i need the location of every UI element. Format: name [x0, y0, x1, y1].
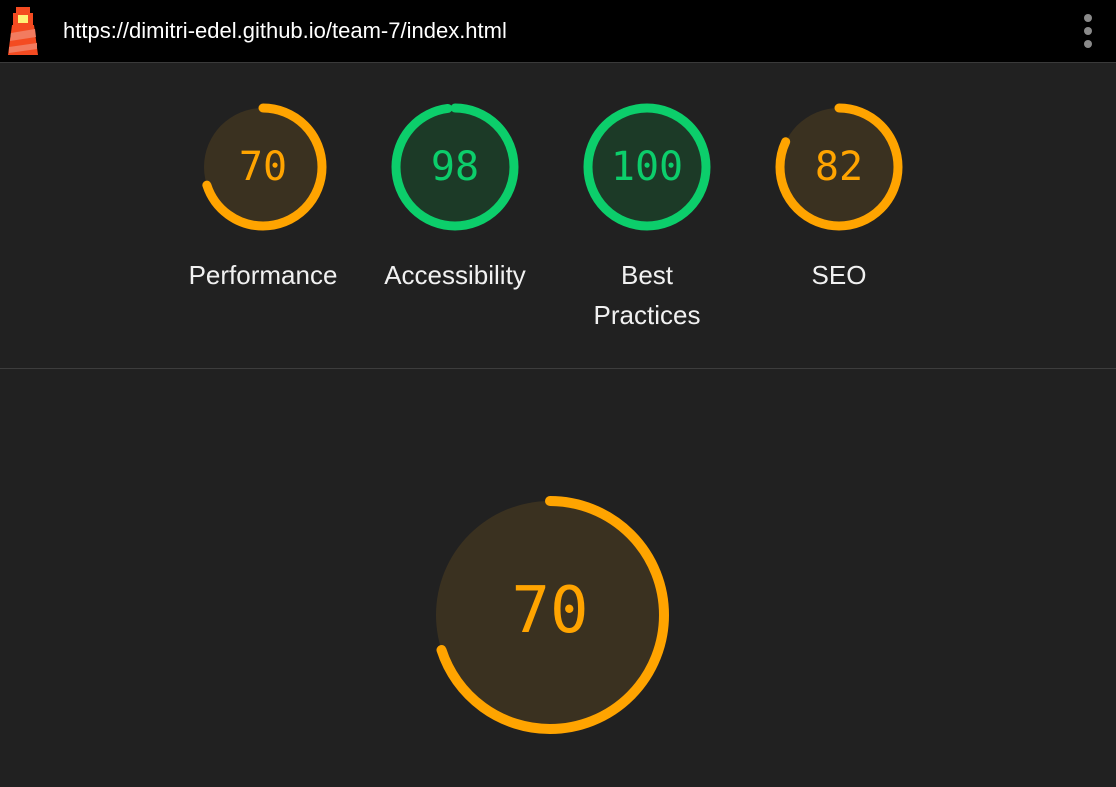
- gauge-accessibility-score: 98: [431, 144, 479, 190]
- gauge-seo-label: SEO: [811, 260, 867, 290]
- score-gauges: 70 Performance 98 Accessibility 100 Best…: [0, 63, 1116, 368]
- gauge-accessibility-label: Accessibility: [384, 260, 526, 290]
- page-url[interactable]: https://dimitri-edel.github.io/team-7/in…: [63, 18, 507, 44]
- gauge-performance-ring: 70: [199, 103, 327, 231]
- more-vert-icon[interactable]: [1076, 12, 1100, 50]
- lighthouse-icon: [8, 7, 38, 55]
- gauge-best-practices-score: 100: [611, 144, 683, 190]
- gauge-seo-ring: 82: [775, 103, 903, 231]
- gauge-best-practices[interactable]: 100 Best Practices: [551, 101, 743, 335]
- gauge-performance[interactable]: 70 Performance: [167, 101, 359, 295]
- gauge-seo[interactable]: 82 SEO: [743, 101, 935, 295]
- gauge-accessibility[interactable]: 98 Accessibility: [359, 101, 551, 295]
- main-performance-gauge: 70: [431, 496, 669, 734]
- gauge-seo-score: 82: [815, 144, 863, 190]
- gauge-performance-label: Performance: [188, 260, 338, 290]
- section-divider: [0, 368, 1116, 369]
- gauge-best-practices-ring: 100: [583, 103, 711, 231]
- gauge-best-practices-label: Best Practices: [593, 260, 701, 330]
- top-bar: https://dimitri-edel.github.io/team-7/in…: [0, 0, 1116, 63]
- main-performance-score: 70: [511, 574, 588, 648]
- gauge-performance-score: 70: [239, 144, 287, 190]
- gauge-accessibility-ring: 98: [391, 103, 519, 231]
